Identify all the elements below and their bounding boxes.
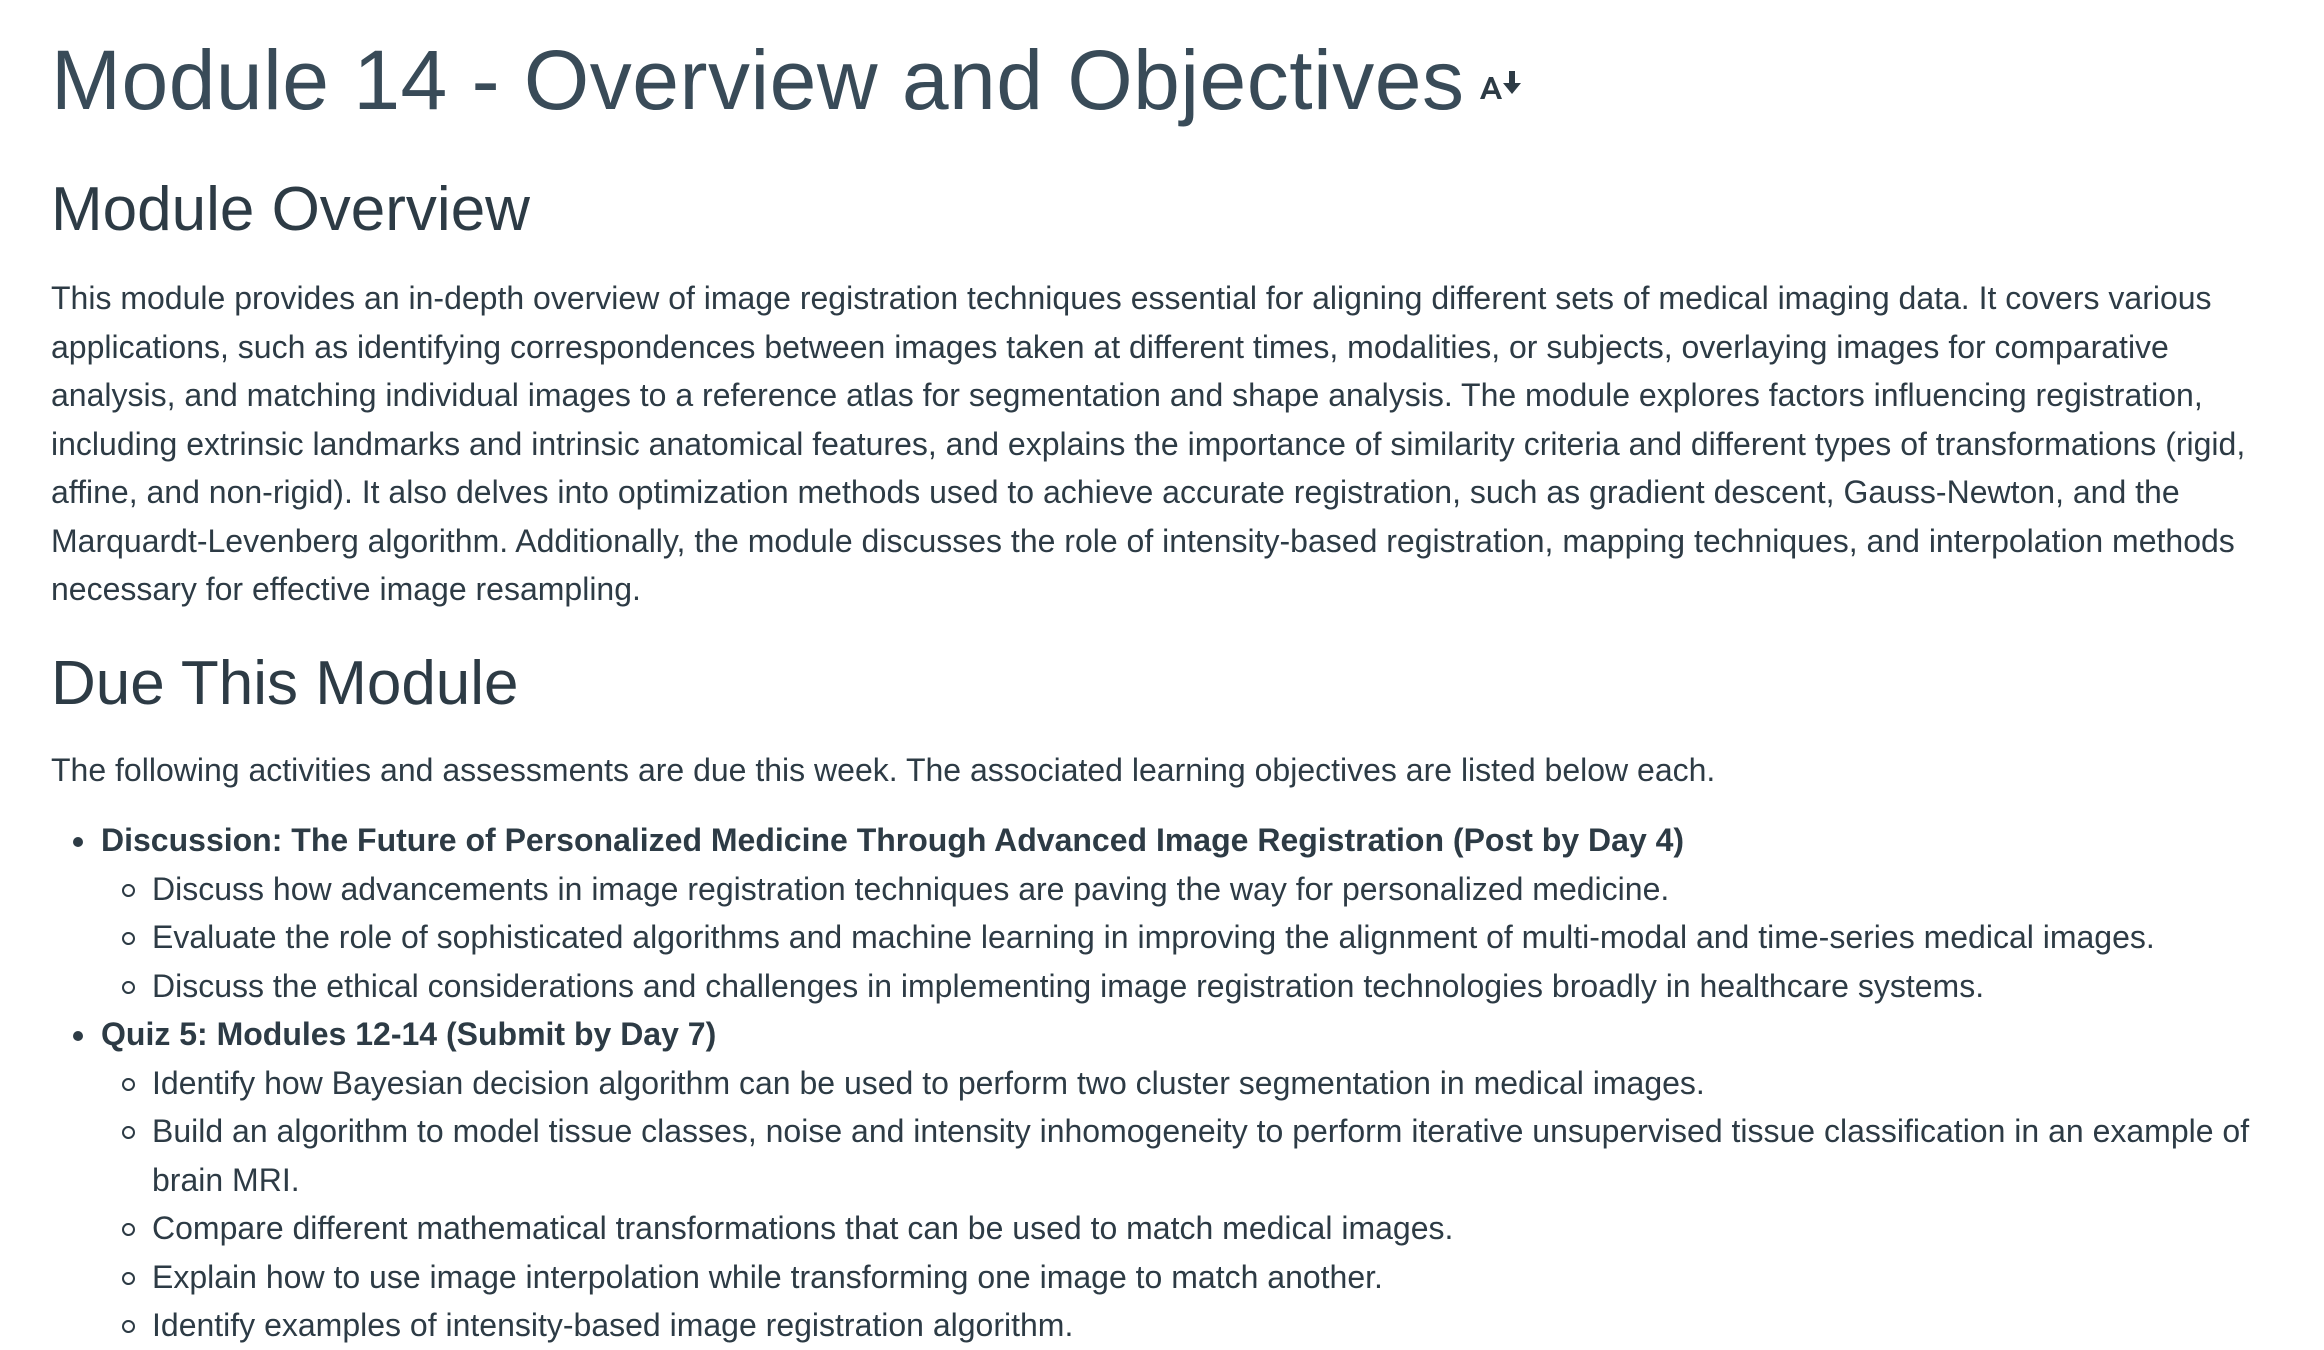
objective-item: Build an algorithm to model tissue class… [101, 1107, 2302, 1204]
activity-title-discussion: Discussion: The Future of Personalized M… [101, 822, 1685, 858]
module-overview-text: This module provides an in-depth overvie… [51, 280, 2246, 607]
title-row: Module 14 - Overview and Objectives [51, 0, 2288, 132]
objective-item: Evaluate the role of sophisticated algor… [101, 913, 2302, 962]
objective-list: Identify how Bayesian decision algorithm… [101, 1059, 2288, 1350]
objective-item: Identify how Bayesian decision algorithm… [101, 1059, 2302, 1108]
sort-alpha-down-icon[interactable] [1478, 61, 1526, 109]
activity-item: Quiz 5: Modules 12-14 (Submit by Day 7) … [51, 1010, 2288, 1350]
objective-list: Discuss how advancements in image regist… [101, 865, 2288, 1011]
due-this-module-heading: Due This Module [51, 648, 519, 718]
activity-list: Discussion: The Future of Personalized M… [51, 816, 2288, 1350]
page-title: Module 14 - Overview and Objectives [51, 33, 1465, 127]
sort-alpha-down-icon-graphic [1480, 71, 1522, 99]
objective-item: Compare different mathematical transform… [101, 1204, 2302, 1253]
objective-item: Discuss the ethical considerations and c… [101, 962, 2302, 1011]
objective-item: Explain how to use image interpolation w… [101, 1253, 2302, 1302]
objective-item: Identify examples of intensity-based ima… [101, 1301, 2302, 1350]
activity-title-quiz: Quiz 5: Modules 12-14 (Submit by Day 7) [101, 1016, 717, 1052]
activity-item: Discussion: The Future of Personalized M… [51, 816, 2288, 1010]
due-intro-text: The following activities and assessments… [51, 751, 1716, 788]
objective-item: Discuss how advancements in image regist… [101, 865, 2302, 914]
module-overview-heading: Module Overview [51, 175, 530, 244]
page: Module 14 - Overview and Objectives Modu… [0, 0, 2324, 1348]
